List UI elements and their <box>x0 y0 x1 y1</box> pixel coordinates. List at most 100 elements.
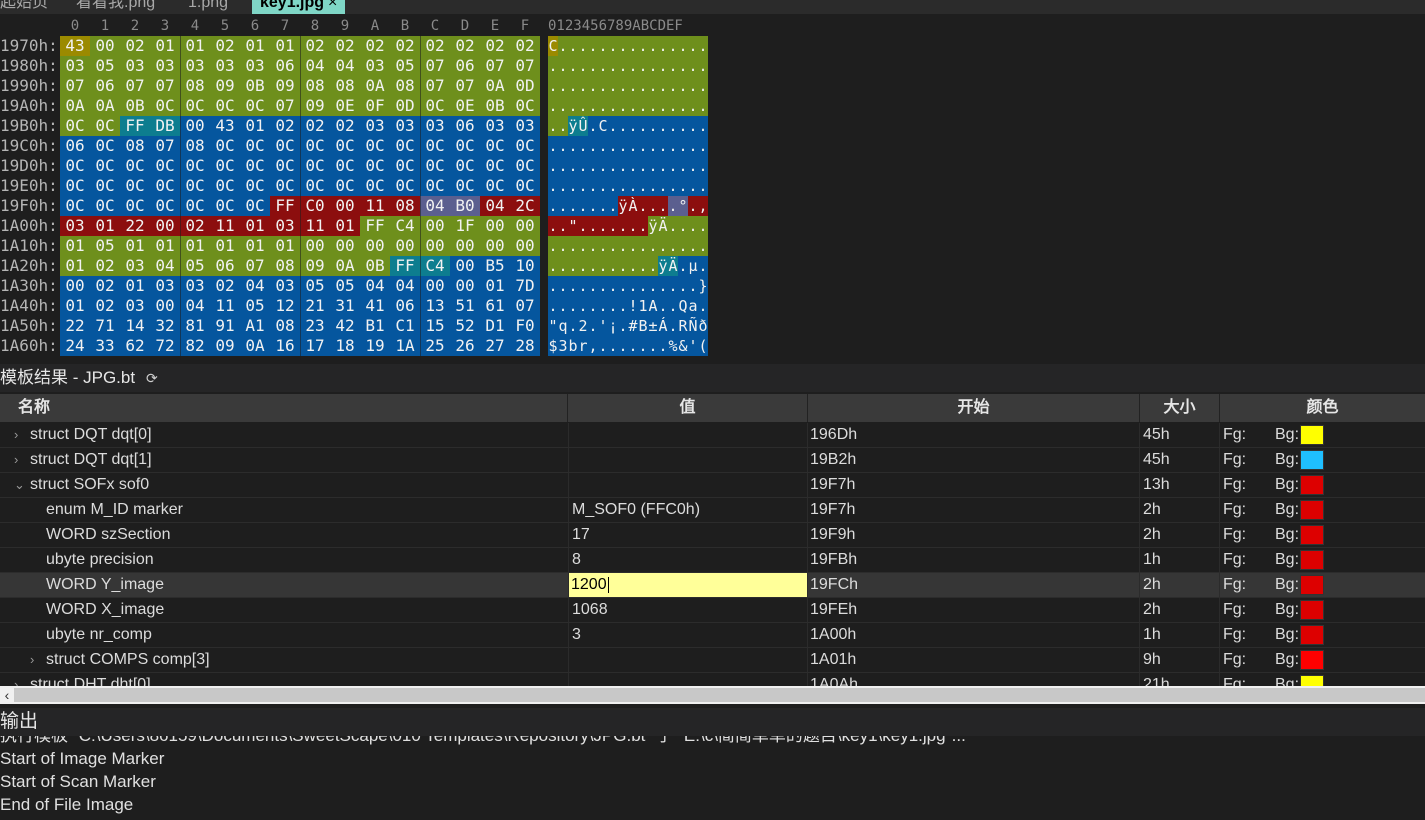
ascii-char[interactable]: . <box>658 336 668 356</box>
hex-byte[interactable]: 0C <box>270 156 300 176</box>
hex-byte[interactable]: 82 <box>180 336 210 356</box>
ascii-char[interactable]: . <box>688 36 698 56</box>
ascii-char[interactable]: . <box>628 56 638 76</box>
hex-byte[interactable]: 04 <box>180 296 210 316</box>
hex-byte[interactable]: 0C <box>60 116 90 136</box>
ascii-char[interactable]: . <box>608 276 618 296</box>
hex-byte[interactable]: 0C <box>420 156 450 176</box>
hex-byte[interactable]: 43 <box>210 116 240 136</box>
ascii-char[interactable]: . <box>568 176 578 196</box>
hex-byte[interactable]: 05 <box>300 276 330 296</box>
hex-byte[interactable]: 0B <box>120 96 150 116</box>
hex-byte[interactable]: 0C <box>210 196 240 216</box>
hex-byte[interactable]: 0C <box>300 176 330 196</box>
ascii-char[interactable]: ' <box>688 336 698 356</box>
ascii-char[interactable]: . <box>578 256 588 276</box>
ascii-char[interactable]: . <box>648 156 658 176</box>
hex-byte[interactable]: 02 <box>300 36 330 56</box>
hex-byte[interactable]: 04 <box>420 196 450 216</box>
hex-byte[interactable]: 00 <box>420 276 450 296</box>
ascii-char[interactable]: . <box>698 296 708 316</box>
hex-byte[interactable]: 09 <box>270 76 300 96</box>
ascii-char[interactable]: R <box>678 316 688 336</box>
bg-color-swatch[interactable] <box>1300 525 1324 545</box>
ascii-char[interactable]: . <box>638 256 648 276</box>
template-row[interactable]: enum M_ID marker M_SOF0 (FFC0h) 19F7h 2h Fg:… <box>0 498 1425 523</box>
ascii-char[interactable]: . <box>598 236 608 256</box>
bg-color-swatch[interactable] <box>1300 425 1324 445</box>
ascii-char[interactable]: . <box>688 176 698 196</box>
ascii-char[interactable]: . <box>628 116 638 136</box>
ascii-char[interactable]: . <box>658 176 668 196</box>
hex-byte[interactable]: 0C <box>120 176 150 196</box>
hex-byte[interactable]: 12 <box>270 296 300 316</box>
ascii-char[interactable]: . <box>618 176 628 196</box>
ascii-char[interactable]: . <box>598 196 608 216</box>
ascii-char[interactable]: . <box>638 176 648 196</box>
ascii-char[interactable]: . <box>568 56 578 76</box>
hex-byte[interactable]: D1 <box>480 316 510 336</box>
hex-byte[interactable]: 08 <box>390 196 420 216</box>
ascii-char[interactable]: . <box>578 296 588 316</box>
hex-byte[interactable]: 07 <box>420 76 450 96</box>
ascii-char[interactable]: . <box>618 336 628 356</box>
ascii-char[interactable]: . <box>558 176 568 196</box>
ascii-char[interactable]: . <box>548 256 558 276</box>
ascii-char[interactable]: . <box>568 96 578 116</box>
hex-byte[interactable]: 0C <box>210 136 240 156</box>
hex-byte[interactable]: 0B <box>360 256 390 276</box>
hex-byte[interactable]: 0C <box>150 196 180 216</box>
hex-byte[interactable]: 11 <box>210 216 240 236</box>
hex-byte[interactable]: 61 <box>480 296 510 316</box>
template-field-value[interactable]: 8 <box>572 548 581 572</box>
ascii-char[interactable]: . <box>688 156 698 176</box>
hex-byte[interactable]: 02 <box>180 216 210 236</box>
hex-byte[interactable]: 52 <box>450 316 480 336</box>
template-field-value[interactable]: 1068 <box>572 598 608 622</box>
ascii-char[interactable]: . <box>668 96 678 116</box>
ascii-char[interactable]: . <box>658 36 668 56</box>
ascii-char[interactable]: . <box>608 96 618 116</box>
ascii-char[interactable]: . <box>668 176 678 196</box>
hex-byte[interactable]: 09 <box>300 96 330 116</box>
hex-byte[interactable]: 01 <box>120 276 150 296</box>
hex-byte[interactable]: 0E <box>450 96 480 116</box>
hex-byte[interactable]: 02 <box>330 116 360 136</box>
hex-byte[interactable]: 03 <box>180 276 210 296</box>
ascii-char[interactable]: . <box>648 256 658 276</box>
hex-byte[interactable]: DB <box>150 116 180 136</box>
ascii-char[interactable]: . <box>618 236 628 256</box>
hex-byte[interactable]: 0C <box>240 196 270 216</box>
ascii-char[interactable]: . <box>598 256 608 276</box>
hex-byte[interactable]: 0C <box>450 176 480 196</box>
hex-byte[interactable]: 7D <box>510 276 540 296</box>
ascii-char[interactable]: # <box>628 316 638 336</box>
hex-byte[interactable]: 27 <box>480 336 510 356</box>
hex-byte[interactable]: 03 <box>120 56 150 76</box>
ascii-char[interactable]: . <box>628 76 638 96</box>
hex-byte[interactable]: 16 <box>270 336 300 356</box>
ascii-char[interactable]: . <box>548 56 558 76</box>
hex-byte[interactable]: 05 <box>90 236 120 256</box>
hex-byte[interactable]: 03 <box>480 116 510 136</box>
hex-byte[interactable]: 0A <box>360 76 390 96</box>
hex-byte[interactable]: 0C <box>60 156 90 176</box>
ascii-char[interactable]: . <box>638 336 648 356</box>
template-row[interactable]: ⌄ struct SOFx sof0 19F7h 13h Fg: Bg: <box>0 473 1425 498</box>
bg-color-swatch[interactable] <box>1300 575 1324 595</box>
hex-byte[interactable]: 1A <box>390 336 420 356</box>
ascii-char[interactable]: . <box>598 36 608 56</box>
hex-byte[interactable]: 03 <box>270 216 300 236</box>
hex-byte[interactable]: 06 <box>60 136 90 156</box>
ascii-char[interactable]: . <box>598 56 608 76</box>
hex-byte[interactable]: 0C <box>210 156 240 176</box>
hex-byte[interactable]: 01 <box>60 236 90 256</box>
ascii-char[interactable]: . <box>558 156 568 176</box>
hex-byte[interactable]: 31 <box>330 296 360 316</box>
ascii-char[interactable]: À <box>628 196 638 216</box>
ascii-char[interactable]: ! <box>628 296 638 316</box>
hex-byte[interactable]: 07 <box>150 76 180 96</box>
ascii-char[interactable]: . <box>578 56 588 76</box>
ascii-char[interactable]: . <box>688 136 698 156</box>
hex-byte[interactable]: 07 <box>150 136 180 156</box>
